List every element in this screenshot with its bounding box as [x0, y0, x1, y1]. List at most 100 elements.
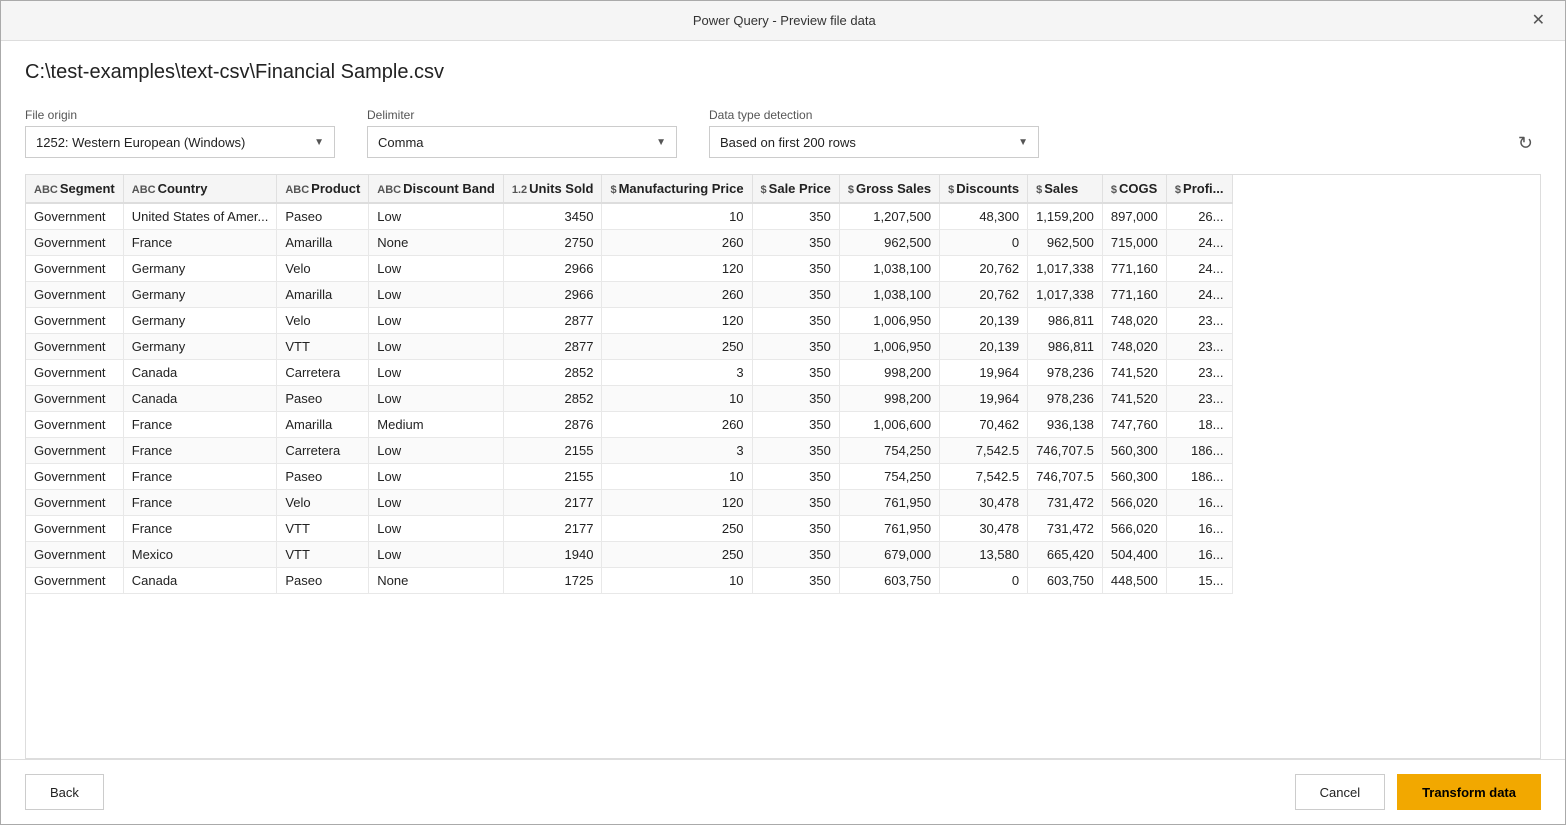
table-cell-13-1: Mexico [123, 542, 277, 568]
table-cell-9-4: 2155 [503, 438, 602, 464]
table-cell-7-4: 2852 [503, 386, 602, 412]
col-label-discount_band: Discount Band [403, 181, 495, 196]
table-cell-13-11: 16... [1166, 542, 1232, 568]
table-cell-6-7: 998,200 [839, 360, 939, 386]
table-cell-14-4: 1725 [503, 568, 602, 594]
table-cell-5-11: 23... [1166, 334, 1232, 360]
table-cell-3-0: Government [26, 282, 123, 308]
cancel-button[interactable]: Cancel [1295, 774, 1385, 810]
table-cell-3-1: Germany [123, 282, 277, 308]
table-cell-2-9: 1,017,338 [1028, 256, 1103, 282]
col-type-icon-sale_price: $ [761, 184, 767, 196]
col-header-product[interactable]: ABC Product [277, 175, 369, 203]
col-type-icon-discounts: $ [948, 184, 954, 196]
table-cell-1-5: 260 [602, 230, 752, 256]
table-cell-4-8: 20,139 [940, 308, 1028, 334]
col-header-mfg_price[interactable]: $ Manufacturing Price [602, 175, 752, 203]
table-row: GovernmentFranceVeloLow2177120350761,950… [26, 490, 1232, 516]
col-header-discount_band[interactable]: ABC Discount Band [369, 175, 504, 203]
data-type-chevron: ▼ [1018, 137, 1028, 148]
table-cell-0-9: 1,159,200 [1028, 203, 1103, 230]
file-origin-select[interactable]: 1252: Western European (Windows) ▼ [25, 126, 335, 158]
table-cell-3-5: 260 [602, 282, 752, 308]
table-cell-4-11: 23... [1166, 308, 1232, 334]
table-cell-10-3: Low [369, 464, 504, 490]
table-cell-9-2: Carretera [277, 438, 369, 464]
file-path: C:\test-examples\text-csv\Financial Samp… [25, 61, 1541, 84]
table-cell-4-9: 986,811 [1028, 308, 1103, 334]
table-cell-14-1: Canada [123, 568, 277, 594]
table-row: GovernmentFranceAmarillaMedium2876260350… [26, 412, 1232, 438]
table-cell-10-2: Paseo [277, 464, 369, 490]
table-cell-10-11: 186... [1166, 464, 1232, 490]
table-cell-12-7: 761,950 [839, 516, 939, 542]
table-cell-8-4: 2876 [503, 412, 602, 438]
table-cell-11-8: 30,478 [940, 490, 1028, 516]
table-cell-0-10: 897,000 [1102, 203, 1166, 230]
transform-button[interactable]: Transform data [1397, 774, 1541, 810]
data-type-select[interactable]: Based on first 200 rows ▼ [709, 126, 1039, 158]
table-header-row: ABC SegmentABC CountryABC ProductABC Dis… [26, 175, 1232, 203]
table-row: GovernmentCanadaPaseoNone172510350603,75… [26, 568, 1232, 594]
table-cell-1-7: 962,500 [839, 230, 939, 256]
table-cell-6-5: 3 [602, 360, 752, 386]
table-cell-14-10: 448,500 [1102, 568, 1166, 594]
file-origin-chevron: ▼ [314, 137, 324, 148]
table-cell-6-10: 741,520 [1102, 360, 1166, 386]
table-cell-2-1: Germany [123, 256, 277, 282]
data-table-container[interactable]: ABC SegmentABC CountryABC ProductABC Dis… [25, 174, 1541, 759]
table-cell-11-2: Velo [277, 490, 369, 516]
table-cell-7-5: 10 [602, 386, 752, 412]
col-label-sale_price: Sale Price [769, 181, 831, 196]
table-cell-14-9: 603,750 [1028, 568, 1103, 594]
table-cell-7-0: Government [26, 386, 123, 412]
table-cell-4-3: Low [369, 308, 504, 334]
table-cell-6-3: Low [369, 360, 504, 386]
table-cell-5-3: Low [369, 334, 504, 360]
delimiter-select[interactable]: Comma ▼ [367, 126, 677, 158]
table-cell-7-2: Paseo [277, 386, 369, 412]
table-cell-8-6: 350 [752, 412, 839, 438]
col-header-sales[interactable]: $ Sales [1028, 175, 1103, 203]
table-cell-4-10: 748,020 [1102, 308, 1166, 334]
col-header-segment[interactable]: ABC Segment [26, 175, 123, 203]
table-cell-12-4: 2177 [503, 516, 602, 542]
table-cell-0-5: 10 [602, 203, 752, 230]
table-cell-8-0: Government [26, 412, 123, 438]
table-cell-14-0: Government [26, 568, 123, 594]
col-header-sale_price[interactable]: $ Sale Price [752, 175, 839, 203]
table-cell-9-3: Low [369, 438, 504, 464]
col-header-cogs[interactable]: $ COGS [1102, 175, 1166, 203]
col-header-discounts[interactable]: $ Discounts [940, 175, 1028, 203]
table-cell-7-9: 978,236 [1028, 386, 1103, 412]
table-cell-3-9: 1,017,338 [1028, 282, 1103, 308]
col-header-units_sold[interactable]: 1.2 Units Sold [503, 175, 602, 203]
table-cell-3-6: 350 [752, 282, 839, 308]
table-cell-2-6: 350 [752, 256, 839, 282]
table-cell-13-5: 250 [602, 542, 752, 568]
col-header-profit[interactable]: $ Profi... [1166, 175, 1232, 203]
table-cell-0-3: Low [369, 203, 504, 230]
table-cell-12-3: Low [369, 516, 504, 542]
table-cell-3-2: Amarilla [277, 282, 369, 308]
table-cell-7-8: 19,964 [940, 386, 1028, 412]
table-cell-9-1: France [123, 438, 277, 464]
table-cell-13-2: VTT [277, 542, 369, 568]
table-cell-1-4: 2750 [503, 230, 602, 256]
title-bar: Power Query - Preview file data ✕ [1, 1, 1565, 41]
close-button[interactable]: ✕ [1528, 13, 1549, 29]
table-cell-13-10: 504,400 [1102, 542, 1166, 568]
col-type-icon-segment: ABC [34, 184, 58, 196]
table-cell-4-6: 350 [752, 308, 839, 334]
delimiter-chevron: ▼ [656, 137, 666, 148]
col-header-country[interactable]: ABC Country [123, 175, 277, 203]
col-header-gross_sales[interactable]: $ Gross Sales [839, 175, 939, 203]
refresh-button[interactable]: ↻ [1510, 129, 1541, 158]
back-button[interactable]: Back [25, 774, 104, 810]
table-cell-7-6: 350 [752, 386, 839, 412]
table-cell-4-7: 1,006,950 [839, 308, 939, 334]
table-cell-3-8: 20,762 [940, 282, 1028, 308]
footer-right-buttons: Cancel Transform data [1295, 774, 1541, 810]
table-cell-3-4: 2966 [503, 282, 602, 308]
table-cell-13-7: 679,000 [839, 542, 939, 568]
